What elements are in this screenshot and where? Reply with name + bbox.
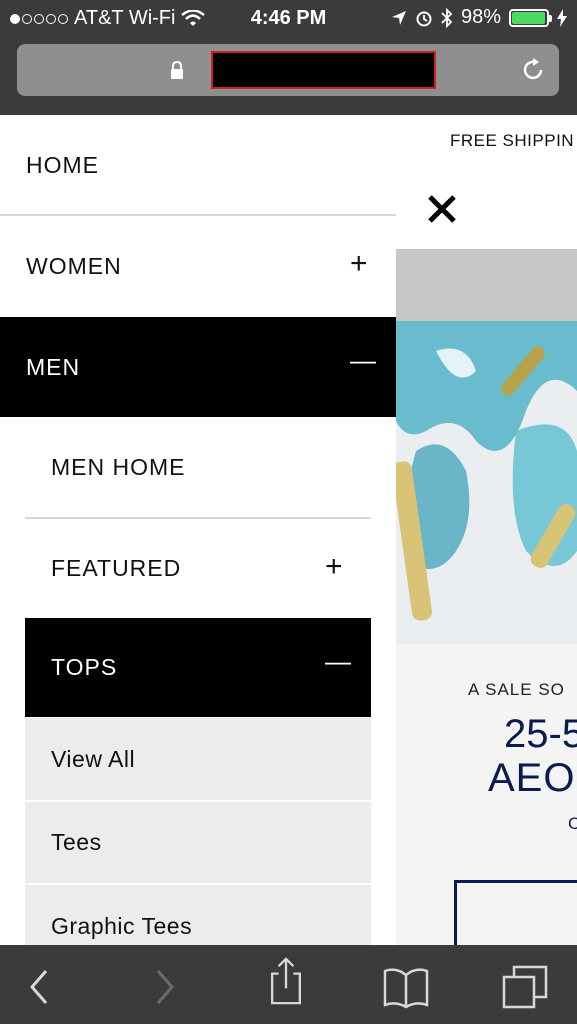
submenu-item-tops[interactable]: TOPS — [25, 618, 371, 717]
menu-item-label: HOME [26, 151, 99, 178]
submenu-item-men-home[interactable]: MEN HOME [0, 417, 396, 517]
menu-item-label: MEN [26, 353, 81, 380]
bookmarks-icon[interactable] [382, 963, 430, 1011]
collapse-minus-icon: — [325, 646, 351, 676]
menu-item-label: Tees [51, 829, 102, 855]
tabs-icon[interactable] [502, 963, 550, 1011]
signal-strength-icon [10, 13, 68, 24]
nav-menu: HOME WOMEN + MEN — MEN HOME FEATURED + T… [0, 115, 396, 945]
share-icon[interactable] [262, 957, 310, 1005]
menu-item-women[interactable]: WOMEN + [0, 216, 396, 316]
melted-popsicle-image [396, 321, 577, 644]
carrier-group: AT&T Wi-Fi [10, 7, 206, 30]
menu-item-label: Graphic Tees [51, 912, 193, 939]
address-bar[interactable] [17, 44, 559, 96]
menu-item-label: WOMEN [26, 252, 122, 279]
menu-item-label: FEATURED [51, 554, 182, 581]
browser-toolbar [0, 945, 577, 1024]
promo-sale-text: A SALE SO [468, 680, 565, 699]
promo-section: A SALE SO 25-5 AEO C [396, 644, 577, 945]
bluetooth-icon [441, 7, 453, 28]
charging-icon [557, 8, 567, 27]
reload-icon[interactable] [519, 56, 547, 84]
hero-image [396, 321, 577, 644]
menu-item-label: MEN HOME [51, 453, 186, 480]
subcategory-tees[interactable]: Tees [25, 802, 371, 883]
location-arrow-icon [391, 10, 406, 25]
wifi-icon [181, 9, 206, 26]
promo-headline-2: AEO [488, 756, 576, 800]
back-icon[interactable] [18, 963, 66, 1011]
menu-item-men[interactable]: MEN — [0, 317, 396, 417]
promo-headline-1: 25-5 [504, 712, 577, 756]
url-field-redacted[interactable] [211, 51, 436, 89]
lock-icon [171, 60, 183, 79]
alarm-icon [416, 11, 432, 26]
promo-small-text: C [568, 814, 577, 833]
expand-plus-icon: + [325, 550, 343, 583]
status-bar: AT&T Wi-Fi 4:46 PM 98% [0, 0, 577, 38]
status-icons: 98% [391, 6, 567, 29]
collapse-minus-icon: — [350, 345, 376, 375]
page-content: FREE SHIPPIN A SALE SO 25-5 AEO C [396, 115, 577, 945]
expand-plus-icon: + [350, 247, 368, 280]
battery-percent: 98% [460, 6, 501, 28]
promo-cta-button[interactable] [454, 880, 577, 945]
subcategory-graphic-tees[interactable]: Graphic Tees [25, 885, 371, 945]
submenu-item-featured[interactable]: FEATURED + [0, 519, 396, 617]
menu-item-home[interactable]: HOME [0, 115, 396, 215]
menu-item-label: TOPS [51, 654, 118, 680]
battery-icon [509, 8, 552, 27]
subcategory-view-all[interactable]: View All [25, 718, 371, 800]
close-menu-icon[interactable] [427, 194, 457, 228]
carrier-label: AT&T Wi-Fi [74, 7, 176, 29]
menu-item-label: View All [51, 745, 136, 772]
forward-icon[interactable] [140, 963, 188, 1011]
shipping-banner[interactable]: FREE SHIPPIN [450, 131, 574, 151]
hero-banner[interactable] [396, 249, 577, 644]
browser-chrome: AT&T Wi-Fi 4:46 PM 98% [0, 0, 577, 115]
